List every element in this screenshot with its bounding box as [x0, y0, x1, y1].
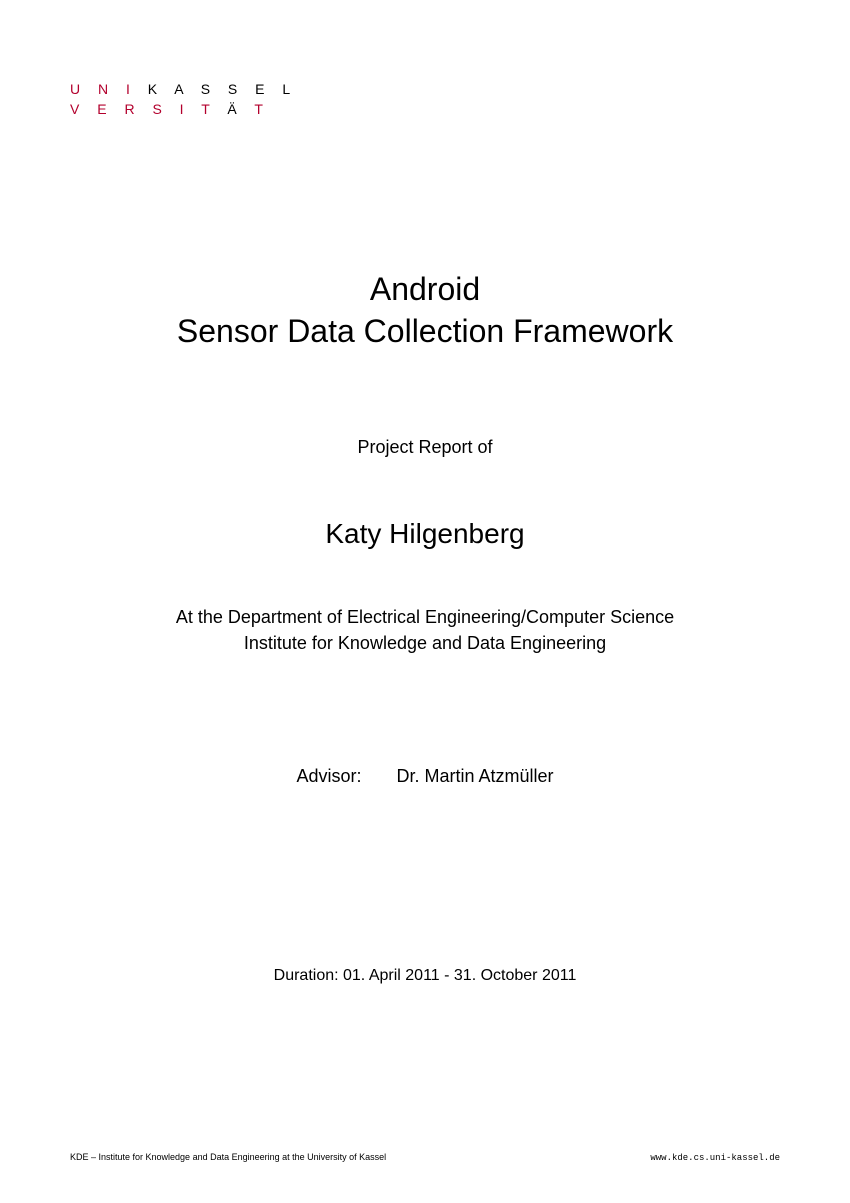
logo-kassel: K A S S E L — [137, 81, 297, 97]
logo-uni: U N I — [70, 81, 137, 97]
advisor-name: Dr. Martin Atzmüller — [397, 766, 554, 786]
logo-line-2: V E R S I T Ä T — [70, 100, 780, 120]
page: U N I K A S S E L V E R S I T Ä T Andro… — [0, 0, 850, 1203]
department-block: At the Department of Electrical Engineer… — [70, 605, 780, 655]
footer-institute: KDE – Institute for Knowledge and Data E… — [70, 1152, 386, 1162]
document-title: Android Sensor Data Collection Framework — [70, 269, 780, 352]
logo-a: A — [227, 101, 243, 117]
duration: Duration: 01. April 2011 - 31. October 2… — [70, 967, 780, 985]
content: Android Sensor Data Collection Framework… — [70, 269, 780, 1122]
university-logo: U N I K A S S E L V E R S I T Ä T — [70, 80, 780, 119]
department-line-2: Institute for Knowledge and Data Enginee… — [70, 631, 780, 656]
logo-umlaut-t: ̈ T — [244, 101, 270, 117]
logo-versit: V E R S I T — [70, 101, 227, 117]
title-line-2: Sensor Data Collection Framework — [70, 311, 780, 353]
logo-line-1: U N I K A S S E L — [70, 80, 780, 100]
author-name: Katy Hilgenberg — [70, 518, 780, 550]
advisor-label: Advisor: — [296, 766, 361, 787]
title-line-1: Android — [70, 269, 780, 311]
footer-url: www.kde.cs.uni-kassel.de — [650, 1153, 780, 1163]
report-of-label: Project Report of — [70, 437, 780, 458]
page-footer: KDE – Institute for Knowledge and Data E… — [70, 1122, 780, 1163]
advisor-row: Advisor: Dr. Martin Atzmüller — [70, 766, 780, 787]
department-line-1: At the Department of Electrical Engineer… — [70, 605, 780, 630]
